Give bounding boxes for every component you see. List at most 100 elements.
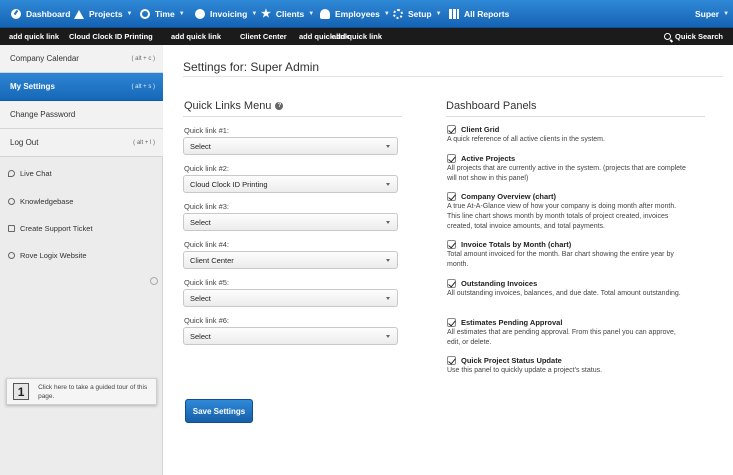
select-value: Select [190,141,211,151]
nav-clients[interactable]: ★ Clients ▼ [261,0,314,28]
sidebar-item-label: Create Support Ticket [20,223,93,233]
client-grid-checkbox[interactable] [447,124,456,134]
panel-name: Estimates Pending Approval [461,317,563,327]
tour-text: Click here to take a guided tour of this… [38,383,148,400]
dashboard-panels-heading: Dashboard Panels [446,100,537,112]
section-divider [446,116,705,117]
quick-project-status-checkbox[interactable] [447,355,456,365]
at-icon [8,251,15,259]
chevron-down-icon [386,259,390,262]
quick-link-3-select[interactable]: Select [183,213,398,231]
panel-company-overview: Company Overview (chart) A true At-A-Gla… [447,191,687,232]
save-settings-button[interactable]: Save Settings [185,399,253,423]
chevron-down-icon: ▼ [178,11,185,17]
quick-search-label: Quick Search [675,32,723,41]
chevron-down-icon: ▼ [251,11,258,17]
shortcut-hint: ( alt + l ) [133,139,155,146]
quick-link-4[interactable]: Client Center [240,28,287,45]
nav-all-reports-label: All Reports [464,9,510,19]
sidebar-item-log-out[interactable]: Log Out ( alt + l ) [0,129,163,157]
sidebar-item-label: Change Password [10,110,76,119]
shortcut-hint: ( alt + c ) [131,55,155,62]
quick-link-6[interactable]: add quick link [332,28,382,45]
nav-projects[interactable]: Projects ▼ [74,0,133,28]
sidebar-item-label: My Settings [10,82,55,91]
people-icon [320,9,330,19]
nav-dashboard[interactable]: Dashboard [11,0,70,28]
select-value: Client Center [190,255,234,265]
nav-clients-label: Clients [275,9,305,19]
quick-links-heading: Quick Links Menu ? [184,100,284,112]
chevron-down-icon: ▼ [308,11,315,17]
nav-all-reports[interactable]: All Reports [449,0,509,28]
nav-invoicing-label: Invoicing [210,9,248,19]
quick-link-2[interactable]: Cloud Clock ID Printing [69,28,153,45]
sidebar-item-support-ticket[interactable]: Create Support Ticket [0,214,163,242]
sidebar-item-my-settings[interactable]: My Settings ( alt + s ) [0,73,163,101]
quick-link-2-select[interactable]: Cloud Clock ID Printing [183,175,398,193]
loading-spinner-icon [150,277,158,285]
sidebar-item-label: Live Chat [20,168,52,178]
section-divider [183,116,402,117]
clock-icon [140,9,150,19]
star-icon: ★ [261,8,271,20]
sidebar: Company Calendar ( alt + c ) My Settings… [0,45,163,475]
chevron-down-icon [386,183,390,186]
sidebar-item-company-calendar[interactable]: Company Calendar ( alt + c ) [0,45,163,73]
projects-icon [74,9,84,19]
chevron-down-icon [386,335,390,338]
nav-time-label: Time [155,9,175,19]
main-content: Settings for: Super Admin Quick Links Me… [164,45,733,475]
panel-name: Client Grid [461,124,500,134]
sidebar-item-change-password[interactable]: Change Password [0,101,163,129]
chat-icon [8,169,15,177]
invoice-totals-checkbox[interactable] [447,239,456,249]
select-value: Select [190,293,211,303]
invoice-icon [195,9,205,19]
user-menu[interactable]: Super ▼ [695,0,729,28]
panel-name: Outstanding Invoices [461,278,538,288]
panel-quick-project-status: Quick Project Status Update Use this pan… [447,355,687,376]
active-projects-checkbox[interactable] [447,153,456,163]
outstanding-invoices-checkbox[interactable] [447,278,456,288]
quick-link-5-select[interactable]: Select [183,289,398,307]
estimates-pending-checkbox[interactable] [447,317,456,327]
quick-link-3[interactable]: add quick link [171,28,221,45]
chevron-down-icon: ▼ [126,11,133,17]
chevron-down-icon: ▼ [723,11,730,17]
sidebar-item-label: Company Calendar [10,54,79,63]
sidebar-item-website[interactable]: Rove Logix Website [0,241,163,269]
company-overview-checkbox[interactable] [447,191,456,201]
nav-setup[interactable]: Setup ▼ [393,0,442,28]
panel-name: Invoice Totals by Month (chart) [461,239,572,249]
panel-client-grid: Client Grid A quick reference of all act… [447,124,687,145]
sidebar-item-live-chat[interactable]: Live Chat [0,159,163,187]
quick-link-1-select[interactable]: Select [183,137,398,155]
nav-employees[interactable]: Employees ▼ [320,0,390,28]
nav-employees-label: Employees [335,9,380,19]
quick-links-heading-text: Quick Links Menu [184,100,272,112]
quick-link-3-label: Quick link #3: [184,202,230,211]
bulb-icon [8,197,15,205]
sidebar-item-label: Log Out [10,138,39,147]
quick-link-6-select[interactable]: Select [183,327,398,345]
quick-link-4-select[interactable]: Client Center [183,251,398,269]
panel-description: All estimates that are pending approval.… [447,329,676,346]
select-value: Select [190,217,211,227]
help-icon[interactable]: ? [275,102,284,110]
panel-estimates-pending: Estimates Pending Approval All estimates… [447,317,687,348]
guided-tour-box[interactable]: 1 Click here to take a guided tour of th… [6,378,157,405]
nav-dashboard-label: Dashboard [26,9,71,19]
panel-name: Quick Project Status Update [461,355,562,365]
nav-time[interactable]: Time ▼ [140,0,185,28]
quick-search-button[interactable]: Quick Search [664,28,723,45]
quick-link-6-label: Quick link #6: [184,316,230,325]
nav-invoicing[interactable]: Invoicing ▼ [195,0,257,28]
reports-icon [449,9,459,19]
panel-active-projects: Active Projects All projects that are cu… [447,153,687,184]
panel-invoice-totals: Invoice Totals by Month (chart) Total am… [447,239,687,270]
chevron-down-icon: ▼ [435,11,442,17]
ticket-icon [8,224,15,232]
quick-link-1[interactable]: add quick link [9,28,59,45]
sidebar-item-knowledgebase[interactable]: Knowledgebase [0,187,163,215]
